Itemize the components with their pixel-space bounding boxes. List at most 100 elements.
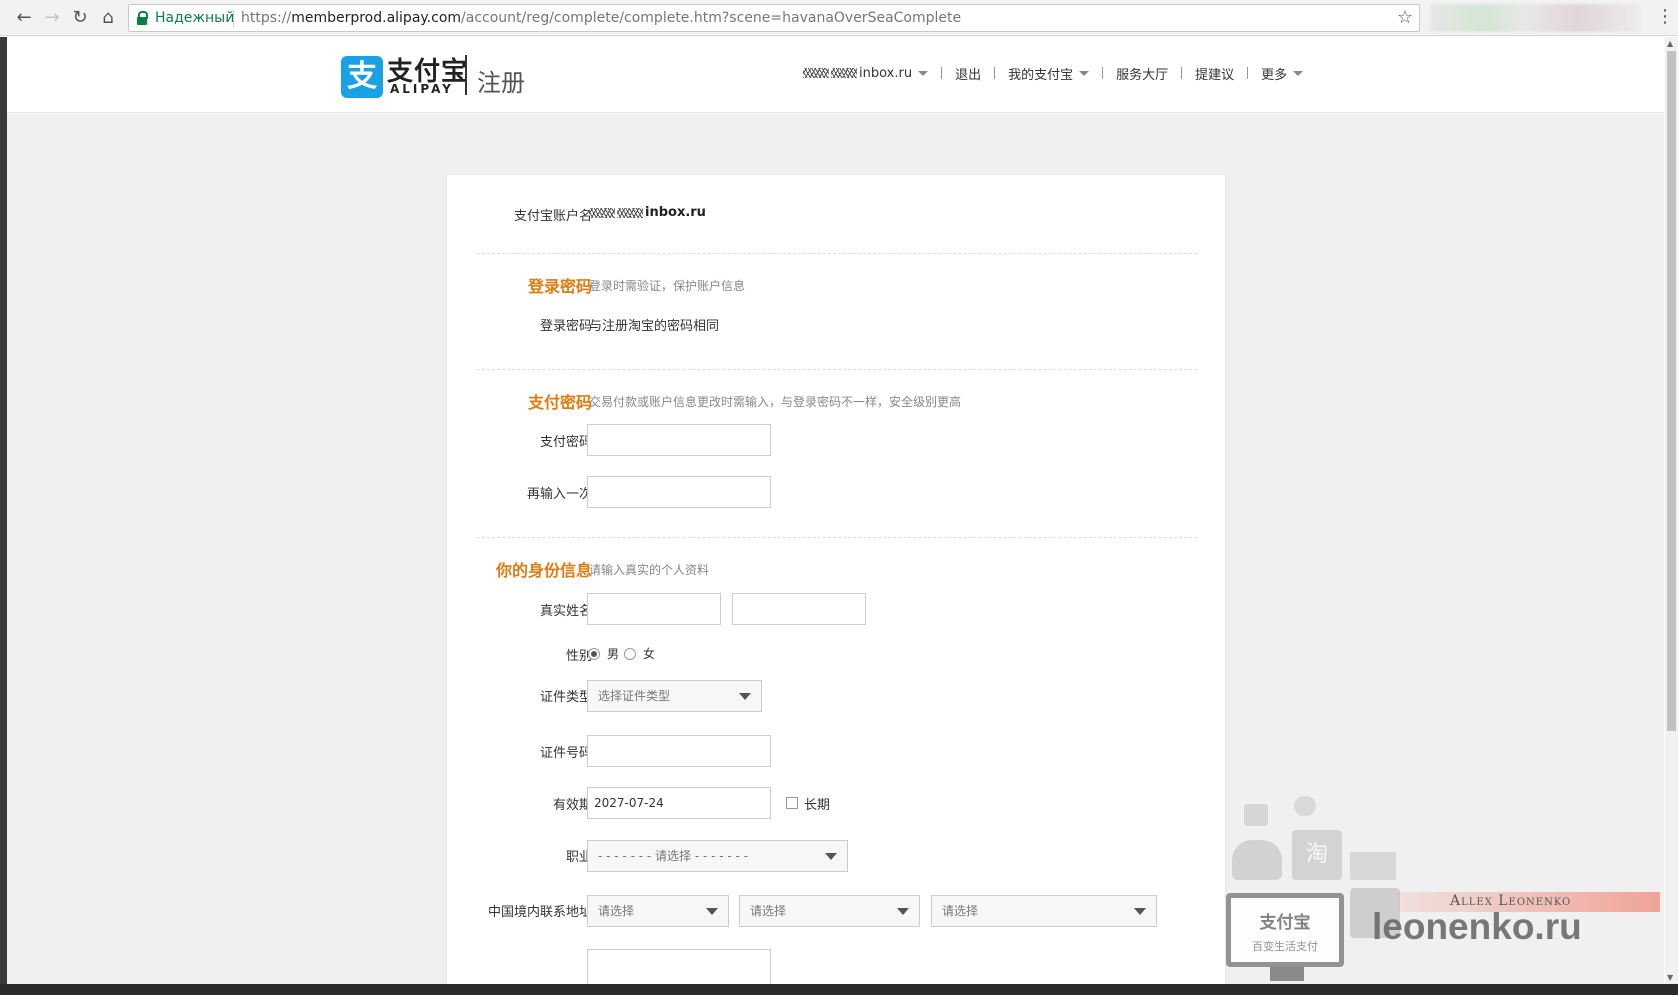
nav-separator: [994, 67, 996, 79]
login-password-value: 与注册淘宝的密码相同: [589, 319, 720, 334]
shopping-bag-icon: 淘: [1292, 830, 1342, 880]
window-border: [0, 37, 7, 984]
lock-icon: [1244, 804, 1268, 826]
surname-input[interactable]: [587, 593, 721, 625]
login-password-label: 登录密码: [539, 319, 592, 334]
registration-form: 支付宝账户名 inbox.ru 登录密码 登录时需验证，保护账户信息 登录密码 …: [446, 174, 1226, 994]
redacted-name: [803, 68, 829, 78]
account-value: inbox.ru: [589, 205, 706, 220]
more-label: 更多: [1261, 67, 1288, 83]
nav-separator: [941, 67, 943, 79]
long-term-label: 长期: [804, 798, 831, 813]
chevron-down-icon: [1293, 70, 1304, 76]
back-arrow-icon[interactable]: ←: [12, 6, 36, 30]
pay-password-confirm-input[interactable]: [587, 476, 771, 508]
pay-password-desc: 交易付款或账户信息更改时需输入，与登录密码不一样，安全级别更高: [589, 395, 962, 409]
occupation-select[interactable]: - - - - - - - 请选择 - - - - - - -: [587, 840, 848, 872]
scrollbar-thumb[interactable]: [1667, 51, 1676, 731]
nav-separator: [1181, 67, 1183, 79]
account-email: inbox.ru: [645, 205, 706, 220]
expiry-label: 有效期: [552, 798, 592, 813]
district-select[interactable]: 请选择: [931, 895, 1157, 927]
browser-menu-icon[interactable]: ⋮: [1656, 6, 1674, 27]
pay-password-input[interactable]: [587, 424, 771, 456]
section-divider: [477, 369, 1197, 370]
gender-label: 性别: [565, 649, 592, 664]
address-bar[interactable]: Надежный https://memberprod.alipay.com/a…: [128, 4, 1420, 32]
url-host: memberprod.alipay.com: [291, 10, 462, 26]
window-bottom-border: [0, 984, 1678, 995]
scroll-down-icon[interactable]: ▼: [1667, 973, 1673, 982]
occupation-value: - - - - - - - 请选择 - - - - - - -: [598, 849, 749, 863]
expiry-date-input[interactable]: 2027-07-24: [587, 787, 771, 819]
reload-icon[interactable]: ↻: [68, 6, 92, 30]
alipay-logo-icon[interactable]: 支: [341, 56, 383, 98]
pay-password-title: 支付密码: [527, 393, 592, 412]
gender-female-radio[interactable]: [624, 648, 636, 660]
id-type-value: 选择证件类型: [598, 689, 671, 703]
logout-link[interactable]: 退出: [955, 64, 981, 83]
real-name-label: 真实姓名: [539, 604, 592, 619]
id-type-select[interactable]: 选择证件类型: [587, 680, 762, 712]
long-term-checkbox[interactable]: [786, 797, 798, 809]
login-password-desc: 登录时需验证，保护账户信息: [589, 279, 746, 293]
secure-label: Надежный: [155, 10, 235, 26]
chevron-down-icon: [739, 693, 751, 700]
address-label: 中国境内联系地址: [487, 905, 592, 920]
city-select[interactable]: 请选择: [739, 895, 920, 927]
chevron-down-icon: [706, 908, 718, 915]
province-select[interactable]: 请选择: [587, 895, 729, 927]
url-scheme: https://: [241, 10, 292, 26]
credit-card-icon: [1350, 852, 1396, 880]
blurred-extensions: [1430, 4, 1640, 32]
scroll-up-icon[interactable]: ▲: [1667, 39, 1673, 48]
service-hall-link[interactable]: 服务大厅: [1116, 64, 1168, 83]
home-icon[interactable]: ⌂: [96, 6, 120, 30]
vertical-scrollbar[interactable]: ▲ ▼: [1665, 37, 1678, 984]
identity-title: 你的身份信息: [495, 561, 592, 580]
address-detail-input[interactable]: [587, 949, 771, 989]
district-value: 请选择: [942, 904, 979, 918]
redacted-name: [589, 207, 615, 218]
monitor-stand: [1270, 967, 1304, 981]
gender-female-label: 女: [643, 647, 656, 661]
id-number-label: 证件号码: [539, 746, 592, 761]
url-text[interactable]: https://memberprod.alipay.com/account/re…: [241, 10, 961, 26]
my-alipay-label: 我的支付宝: [1008, 67, 1074, 83]
given-name-input[interactable]: [732, 593, 866, 625]
account-email: inbox.ru: [859, 65, 913, 81]
chevron-down-icon: [1134, 908, 1146, 915]
watermark-monitor-subtitle: 百变生活支付: [1252, 940, 1318, 953]
redacted-name: [831, 68, 857, 78]
pay-password-label: 支付密码: [539, 435, 592, 450]
forward-arrow-icon[interactable]: →: [40, 6, 64, 30]
logo-divider: [465, 55, 467, 95]
section-divider: [477, 537, 1197, 538]
city-value: 请选择: [750, 904, 787, 918]
redacted-name: [617, 207, 643, 218]
page-title: 注册: [477, 69, 525, 97]
top-nav: inbox.ru 退出 我的支付宝 服务大厅 提建议 更多: [803, 63, 1304, 83]
gender-male-radio[interactable]: [588, 648, 600, 660]
account-label: 支付宝账户名: [513, 209, 592, 224]
lock-icon: [137, 11, 148, 25]
pay-password-confirm-label: 再输入一次: [526, 487, 592, 502]
my-alipay-menu[interactable]: 我的支付宝: [1008, 64, 1090, 83]
watermark-monitor-title: 支付宝: [1259, 913, 1311, 933]
more-menu[interactable]: 更多: [1261, 64, 1304, 83]
heart-icon: [1294, 796, 1316, 816]
id-type-label: 证件类型: [539, 690, 592, 705]
hand-icon: [1232, 840, 1282, 880]
nav-separator: [1247, 67, 1249, 79]
province-value: 请选择: [598, 904, 635, 918]
account-menu[interactable]: inbox.ru: [803, 65, 929, 81]
browser-toolbar: ← → ↻ ⌂ Надежный https://memberprod.alip…: [0, 0, 1678, 36]
url-separator: [233, 10, 234, 27]
logo-english: ALIPAY: [390, 82, 454, 96]
occupation-label: 职业: [565, 850, 592, 865]
suggest-link[interactable]: 提建议: [1195, 64, 1234, 83]
bookmark-star-icon[interactable]: ☆: [1397, 7, 1413, 28]
watermark-monitor: 支付宝 百变生活支付: [1226, 893, 1344, 967]
site-header: 支 支付宝 ALIPAY 注册 inbox.ru 退出 我的支付宝 服务大厅 提…: [7, 37, 1664, 113]
id-number-input[interactable]: [587, 735, 771, 767]
